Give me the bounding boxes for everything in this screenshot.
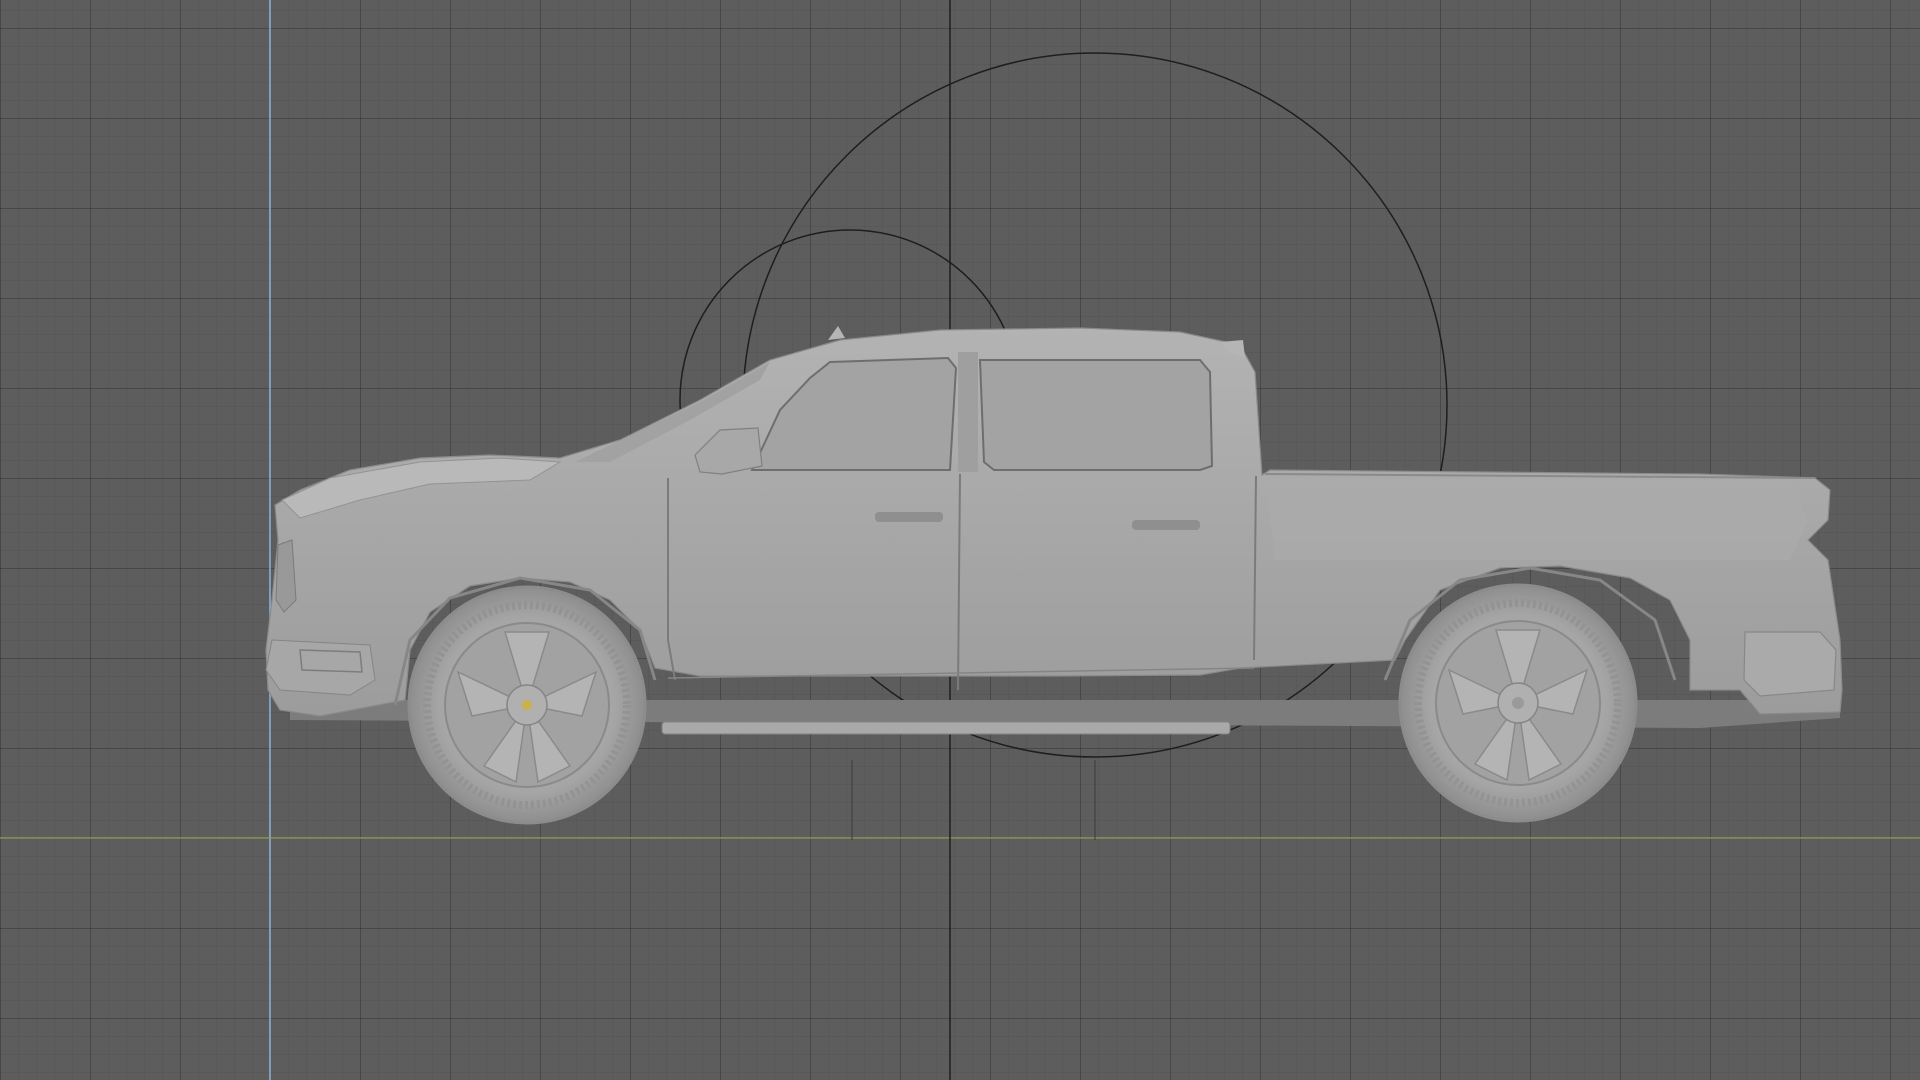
rear-bumper[interactable] <box>1743 631 1837 697</box>
b-pillar <box>958 352 978 472</box>
rear-door-window <box>978 359 1214 471</box>
front-bumper[interactable] <box>265 639 376 696</box>
bed-side-panel <box>1265 478 1808 560</box>
roof-marker <box>828 326 845 340</box>
front-wheel[interactable] <box>407 585 647 825</box>
rear-door-handle[interactable] <box>1132 520 1200 530</box>
3d-viewport[interactable] <box>0 0 1920 1080</box>
pickup-truck-model[interactable] <box>265 326 1843 825</box>
front-door-handle[interactable] <box>875 512 943 522</box>
front-wheel-hub-cap <box>522 700 532 710</box>
rear-wheel[interactable] <box>1398 583 1638 823</box>
front-grille[interactable] <box>275 539 297 613</box>
viewport-scene[interactable] <box>0 0 1920 1080</box>
running-board[interactable] <box>661 721 1231 735</box>
